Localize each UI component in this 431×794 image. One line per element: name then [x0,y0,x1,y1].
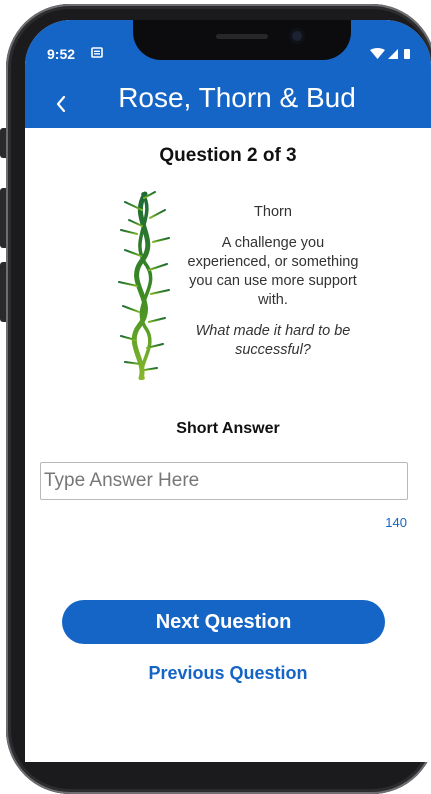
page-title: Rose, Thorn & Bud [118,82,356,113]
question-counter: Question 2 of 3 [159,145,297,166]
card-prompt: What made it hard to be successful? [195,323,351,358]
battery-icon [404,49,410,59]
char-count: 140 [385,515,407,530]
thorn-card: Thorn A challenge you experienced, or so… [185,203,361,360]
card-name: Thorn [254,204,292,220]
mute-switch [0,128,6,158]
next-question-button[interactable]: Next Question [62,600,385,644]
speaker-grille [216,34,268,39]
card-description: A challenge you experienced, or somethin… [187,235,359,308]
short-answer-label: Short Answer [176,420,280,437]
thorn-vine-image [118,191,170,380]
volume-down-button [0,262,6,322]
signal-icon [388,49,398,59]
notch [133,20,351,60]
status-time: 9:52 [47,46,76,62]
volume-up-button [0,188,6,248]
app-screen: 9:52 Rose, Thorn & Bud Question 2 of 3 T… [25,20,431,762]
previous-question-link[interactable]: Previous Question [25,663,431,684]
front-camera [289,28,305,44]
app-bar: 9:52 Rose, Thorn & Bud [25,20,431,128]
status-icons [369,47,413,65]
notification-icon [91,47,103,58]
answer-input[interactable] [40,462,408,500]
phone-frame: 9:52 Rose, Thorn & Bud Question 2 of 3 T… [0,0,431,794]
wifi-icon [370,48,385,59]
